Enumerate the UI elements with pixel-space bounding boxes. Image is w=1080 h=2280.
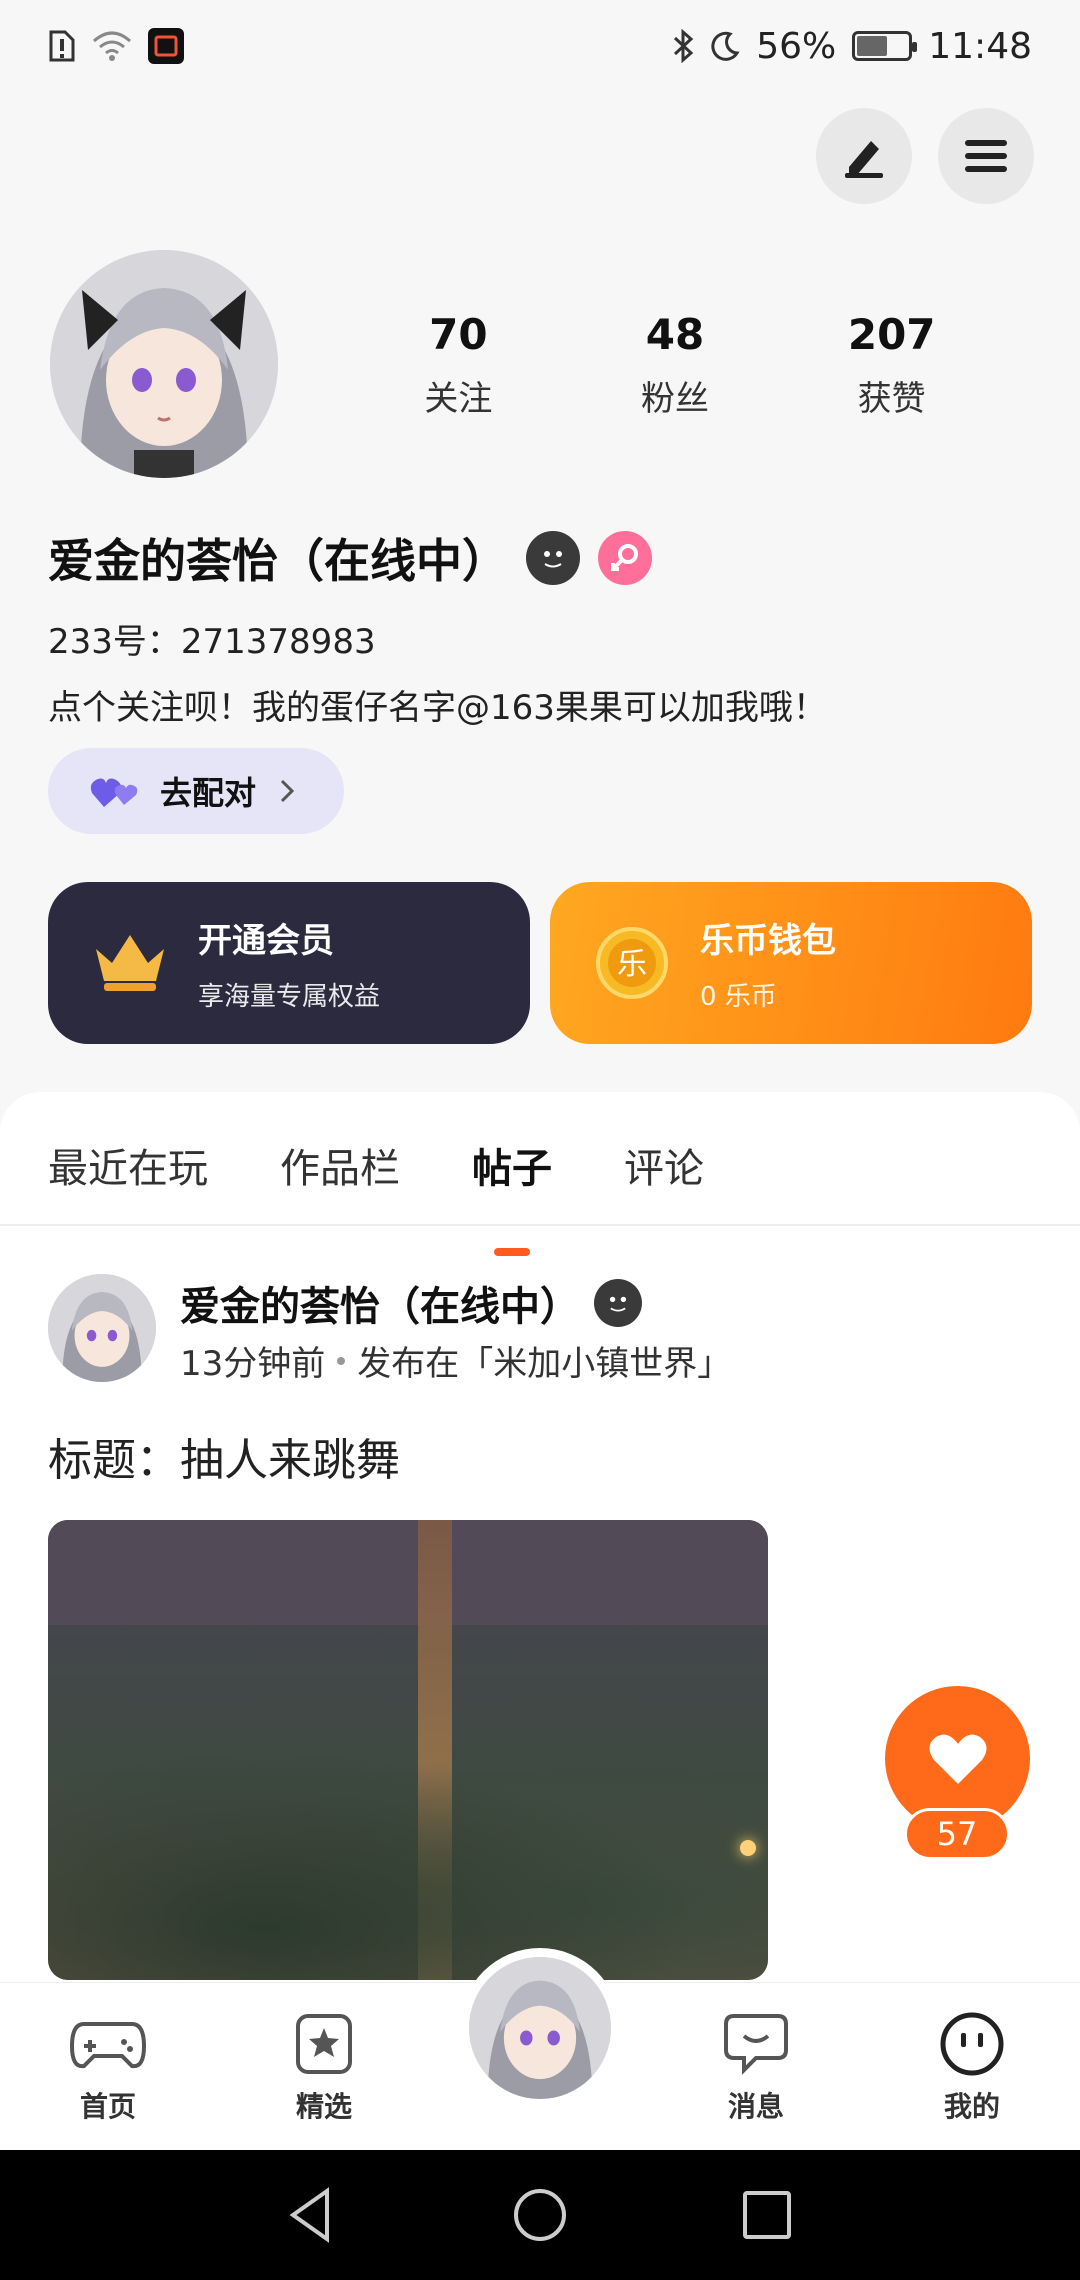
chevron-right-icon (280, 779, 295, 803)
nav-messages[interactable]: 消息 (676, 2009, 836, 2125)
svg-text:乐: 乐 (617, 947, 647, 982)
gamepad-icon (68, 2009, 148, 2079)
match-button-label: 去配对 (160, 774, 257, 812)
profile-uid: 233号：271378983 (48, 622, 376, 662)
nav-home-label: 首页 (79, 2089, 136, 2123)
status-right: 56% 11:48 (672, 26, 1032, 67)
profile-name-row: 爱金的荟怡（在线中） (48, 525, 652, 591)
coin-icon: 乐 (596, 927, 668, 999)
menu-button[interactable] (938, 108, 1034, 204)
stat-following-label: 关注 (424, 379, 493, 419)
thumbnail-trees (48, 1720, 768, 1980)
star-card-icon (284, 2009, 364, 2079)
center-avatar-image (469, 1957, 611, 2099)
back-icon[interactable] (283, 2185, 343, 2245)
nav-featured[interactable]: 精选 (244, 2009, 404, 2125)
system-nav-bar (0, 2150, 1080, 2280)
crown-icon (96, 935, 164, 991)
post-author-name[interactable]: 爱金的荟怡（在线中） (180, 1274, 580, 1332)
nav-home[interactable]: 首页 (28, 2009, 188, 2125)
hearts-icon (90, 778, 138, 807)
nav-messages-label: 消息 (727, 2089, 784, 2123)
nav-mine[interactable]: 我的 (892, 2009, 1052, 2129)
vip-card[interactable]: 开通会员 享海量专属权益 (48, 882, 530, 1044)
thumbnail-sky (48, 1520, 768, 1625)
center-avatar-button[interactable] (460, 1948, 620, 2108)
wallet-card[interactable]: 乐 乐币钱包 0 乐币 (550, 882, 1032, 1044)
wallet-card-text: 乐币钱包 0 乐币 (700, 913, 836, 1013)
bluetooth-icon (672, 29, 694, 63)
tab-posts[interactable]: 帖子 (472, 1136, 552, 1194)
profile-bio: 点个关注呗！我的蛋仔名字@163果果可以加我哦！ (48, 688, 827, 728)
post-author-row: 爱金的荟怡（在线中） (180, 1274, 642, 1332)
vip-card-subtitle: 享海量专属权益 (198, 982, 381, 1012)
stat-likes-count: 207 (847, 310, 936, 359)
tabs-divider (0, 1224, 1080, 1226)
female-gender-icon (598, 531, 652, 585)
nav-featured-label: 精选 (295, 2089, 352, 2123)
recents-icon[interactable] (737, 2185, 797, 2245)
stat-likes-label: 获赞 (857, 379, 926, 419)
post-title[interactable]: 标题：抽人来跳舞 (48, 1424, 400, 1488)
profile-stats: 70 关注 48 粉丝 207 获赞 (350, 310, 1000, 420)
vip-card-title: 开通会员 (198, 921, 334, 961)
heart-icon (928, 1734, 987, 1784)
anime-avatar-image (48, 1274, 156, 1382)
battery-icon (852, 31, 918, 61)
stat-fans-label: 粉丝 (641, 379, 709, 419)
like-count: 57 (904, 1808, 1010, 1860)
wifi-icon (92, 29, 132, 63)
face-icon (932, 2009, 1012, 2079)
smiley-icon (594, 1279, 642, 1327)
thumbnail-light (740, 1840, 756, 1856)
edit-profile-button[interactable] (816, 108, 912, 204)
profile-name: 爱金的荟怡（在线中） (48, 534, 508, 588)
battery-percent: 56% (756, 25, 837, 67)
clock: 11:48 (928, 25, 1032, 67)
post-meta: 13分钟前 发布在「米加小镇世界」 (180, 1336, 731, 1385)
tab-recent-played[interactable]: 最近在玩 (48, 1136, 208, 1194)
tab-comments[interactable]: 评论 (624, 1136, 704, 1194)
stat-fans-count: 48 (645, 310, 705, 359)
status-bar: 56% 11:48 (0, 0, 1080, 92)
moon-icon (710, 31, 740, 61)
stat-following-count: 70 (429, 310, 488, 359)
post-location[interactable]: 发布在「米加小镇世界」 (357, 1336, 731, 1385)
screen-record-icon (148, 28, 184, 64)
stat-fans[interactable]: 48 粉丝 (567, 310, 784, 420)
stat-likes[interactable]: 207 获赞 (783, 310, 1000, 420)
sim-alert-icon (48, 29, 76, 63)
anime-avatar-image (50, 250, 278, 478)
top-actions (816, 108, 1034, 204)
status-left (48, 28, 184, 64)
home-icon[interactable] (510, 2185, 570, 2245)
stat-following[interactable]: 70 关注 (350, 310, 567, 420)
wallet-card-title: 乐币钱包 (700, 921, 836, 961)
anime-avatar-image (469, 1957, 611, 2099)
nav-mine-label: 我的 (943, 2085, 1001, 2129)
post-video-thumbnail[interactable] (48, 1520, 768, 1980)
pencil-icon (845, 141, 883, 178)
chat-bubble-icon (716, 2009, 796, 2079)
profile-tabs: 最近在玩 作品栏 帖子 评论 (48, 1136, 704, 1194)
hamburger-icon (965, 140, 1007, 172)
wallet-card-subtitle: 0 乐币 (700, 982, 777, 1012)
vip-card-text: 开通会员 享海量专属权益 (198, 913, 380, 1013)
profile-avatar[interactable] (50, 250, 278, 478)
meta-separator (337, 1356, 346, 1365)
post-author-avatar[interactable] (48, 1274, 156, 1382)
smiley-icon (526, 531, 580, 585)
match-button[interactable]: 去配对 (48, 748, 344, 834)
post-time: 13分钟前 (180, 1344, 326, 1384)
tab-works[interactable]: 作品栏 (280, 1136, 400, 1194)
